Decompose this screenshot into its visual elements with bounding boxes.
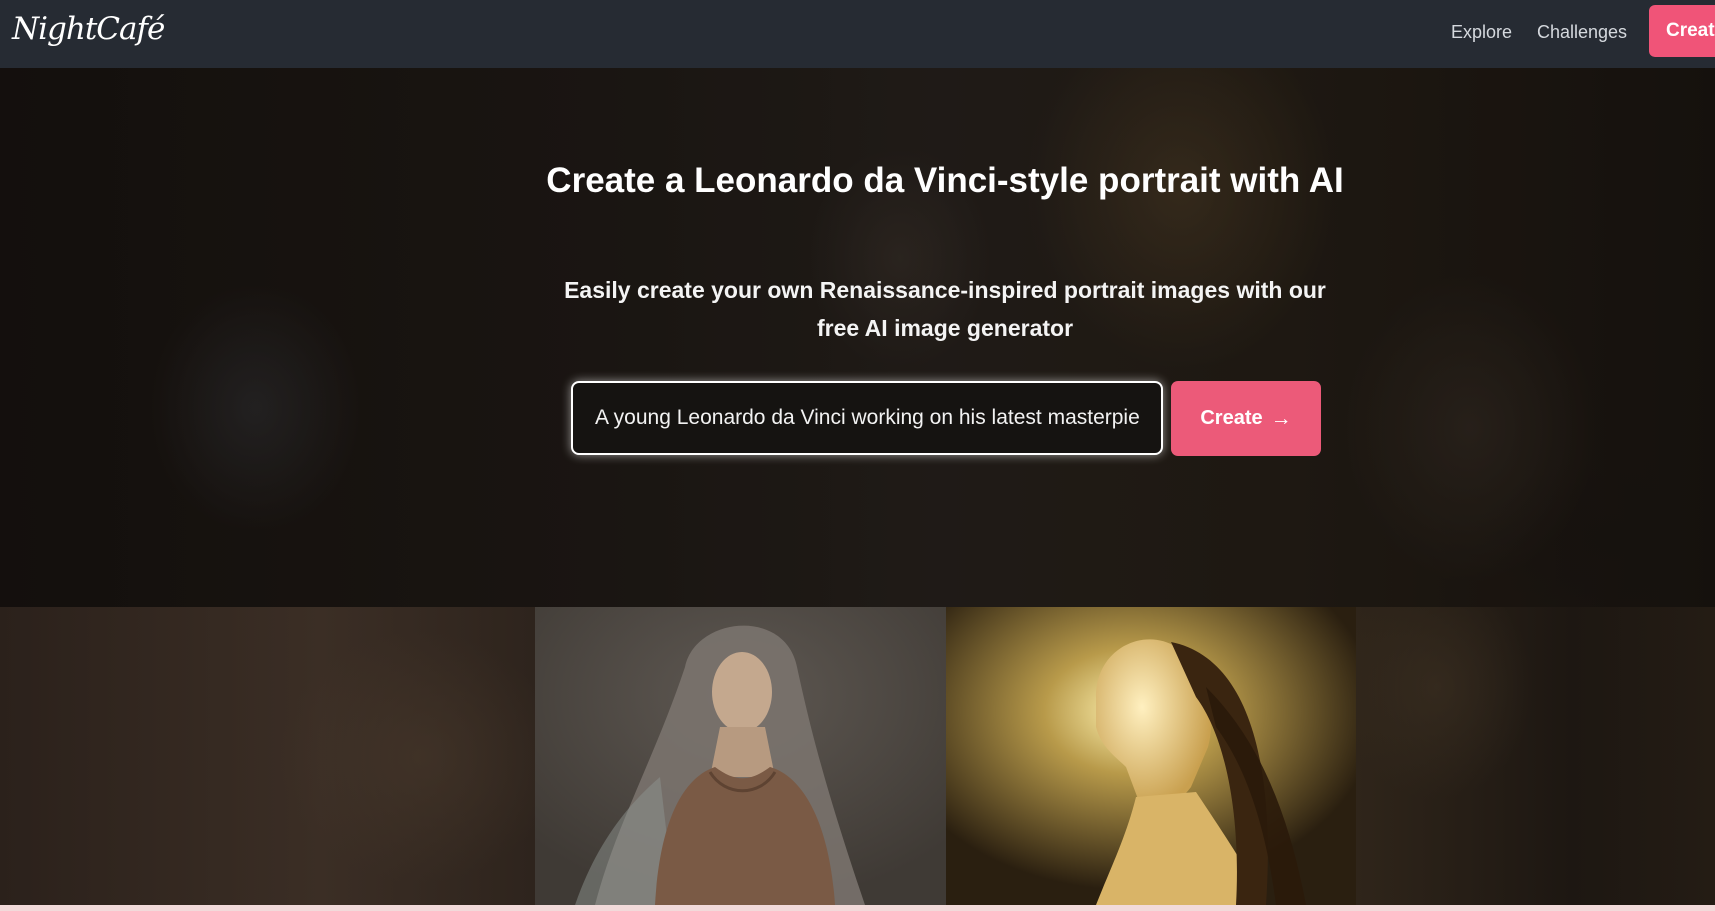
nav-challenges-link[interactable]: Challenges	[1537, 22, 1627, 43]
hero-subtitle: Easily create your own Renaissance-inspi…	[564, 277, 1326, 341]
arrow-right-icon: →	[1270, 407, 1292, 430]
next-section-edge	[0, 905, 1715, 911]
top-navbar: NightCafé Explore Challenges Create	[0, 0, 1715, 68]
hero-section: Create a Leonardo da Vinci-style portrai…	[0, 68, 1715, 607]
nav-create-button[interactable]: Create	[1649, 5, 1715, 57]
prompt-create-label: Create	[1200, 407, 1263, 429]
gallery-image-veiled-woman[interactable]	[535, 607, 946, 905]
gallery-tile-blurred-left	[0, 607, 535, 905]
prompt-input[interactable]	[571, 381, 1163, 455]
hero-title: Create a Leonardo da Vinci-style portrai…	[546, 161, 1344, 200]
nightcafe-logo[interactable]: NightCafé	[12, 11, 165, 47]
nav-explore-link[interactable]: Explore	[1451, 22, 1512, 43]
prompt-create-button[interactable]: Create →	[1171, 381, 1321, 456]
gallery-tile-blurred-right	[1356, 607, 1715, 905]
gallery-image-glowing-profile[interactable]	[946, 607, 1356, 905]
example-gallery	[0, 607, 1715, 905]
